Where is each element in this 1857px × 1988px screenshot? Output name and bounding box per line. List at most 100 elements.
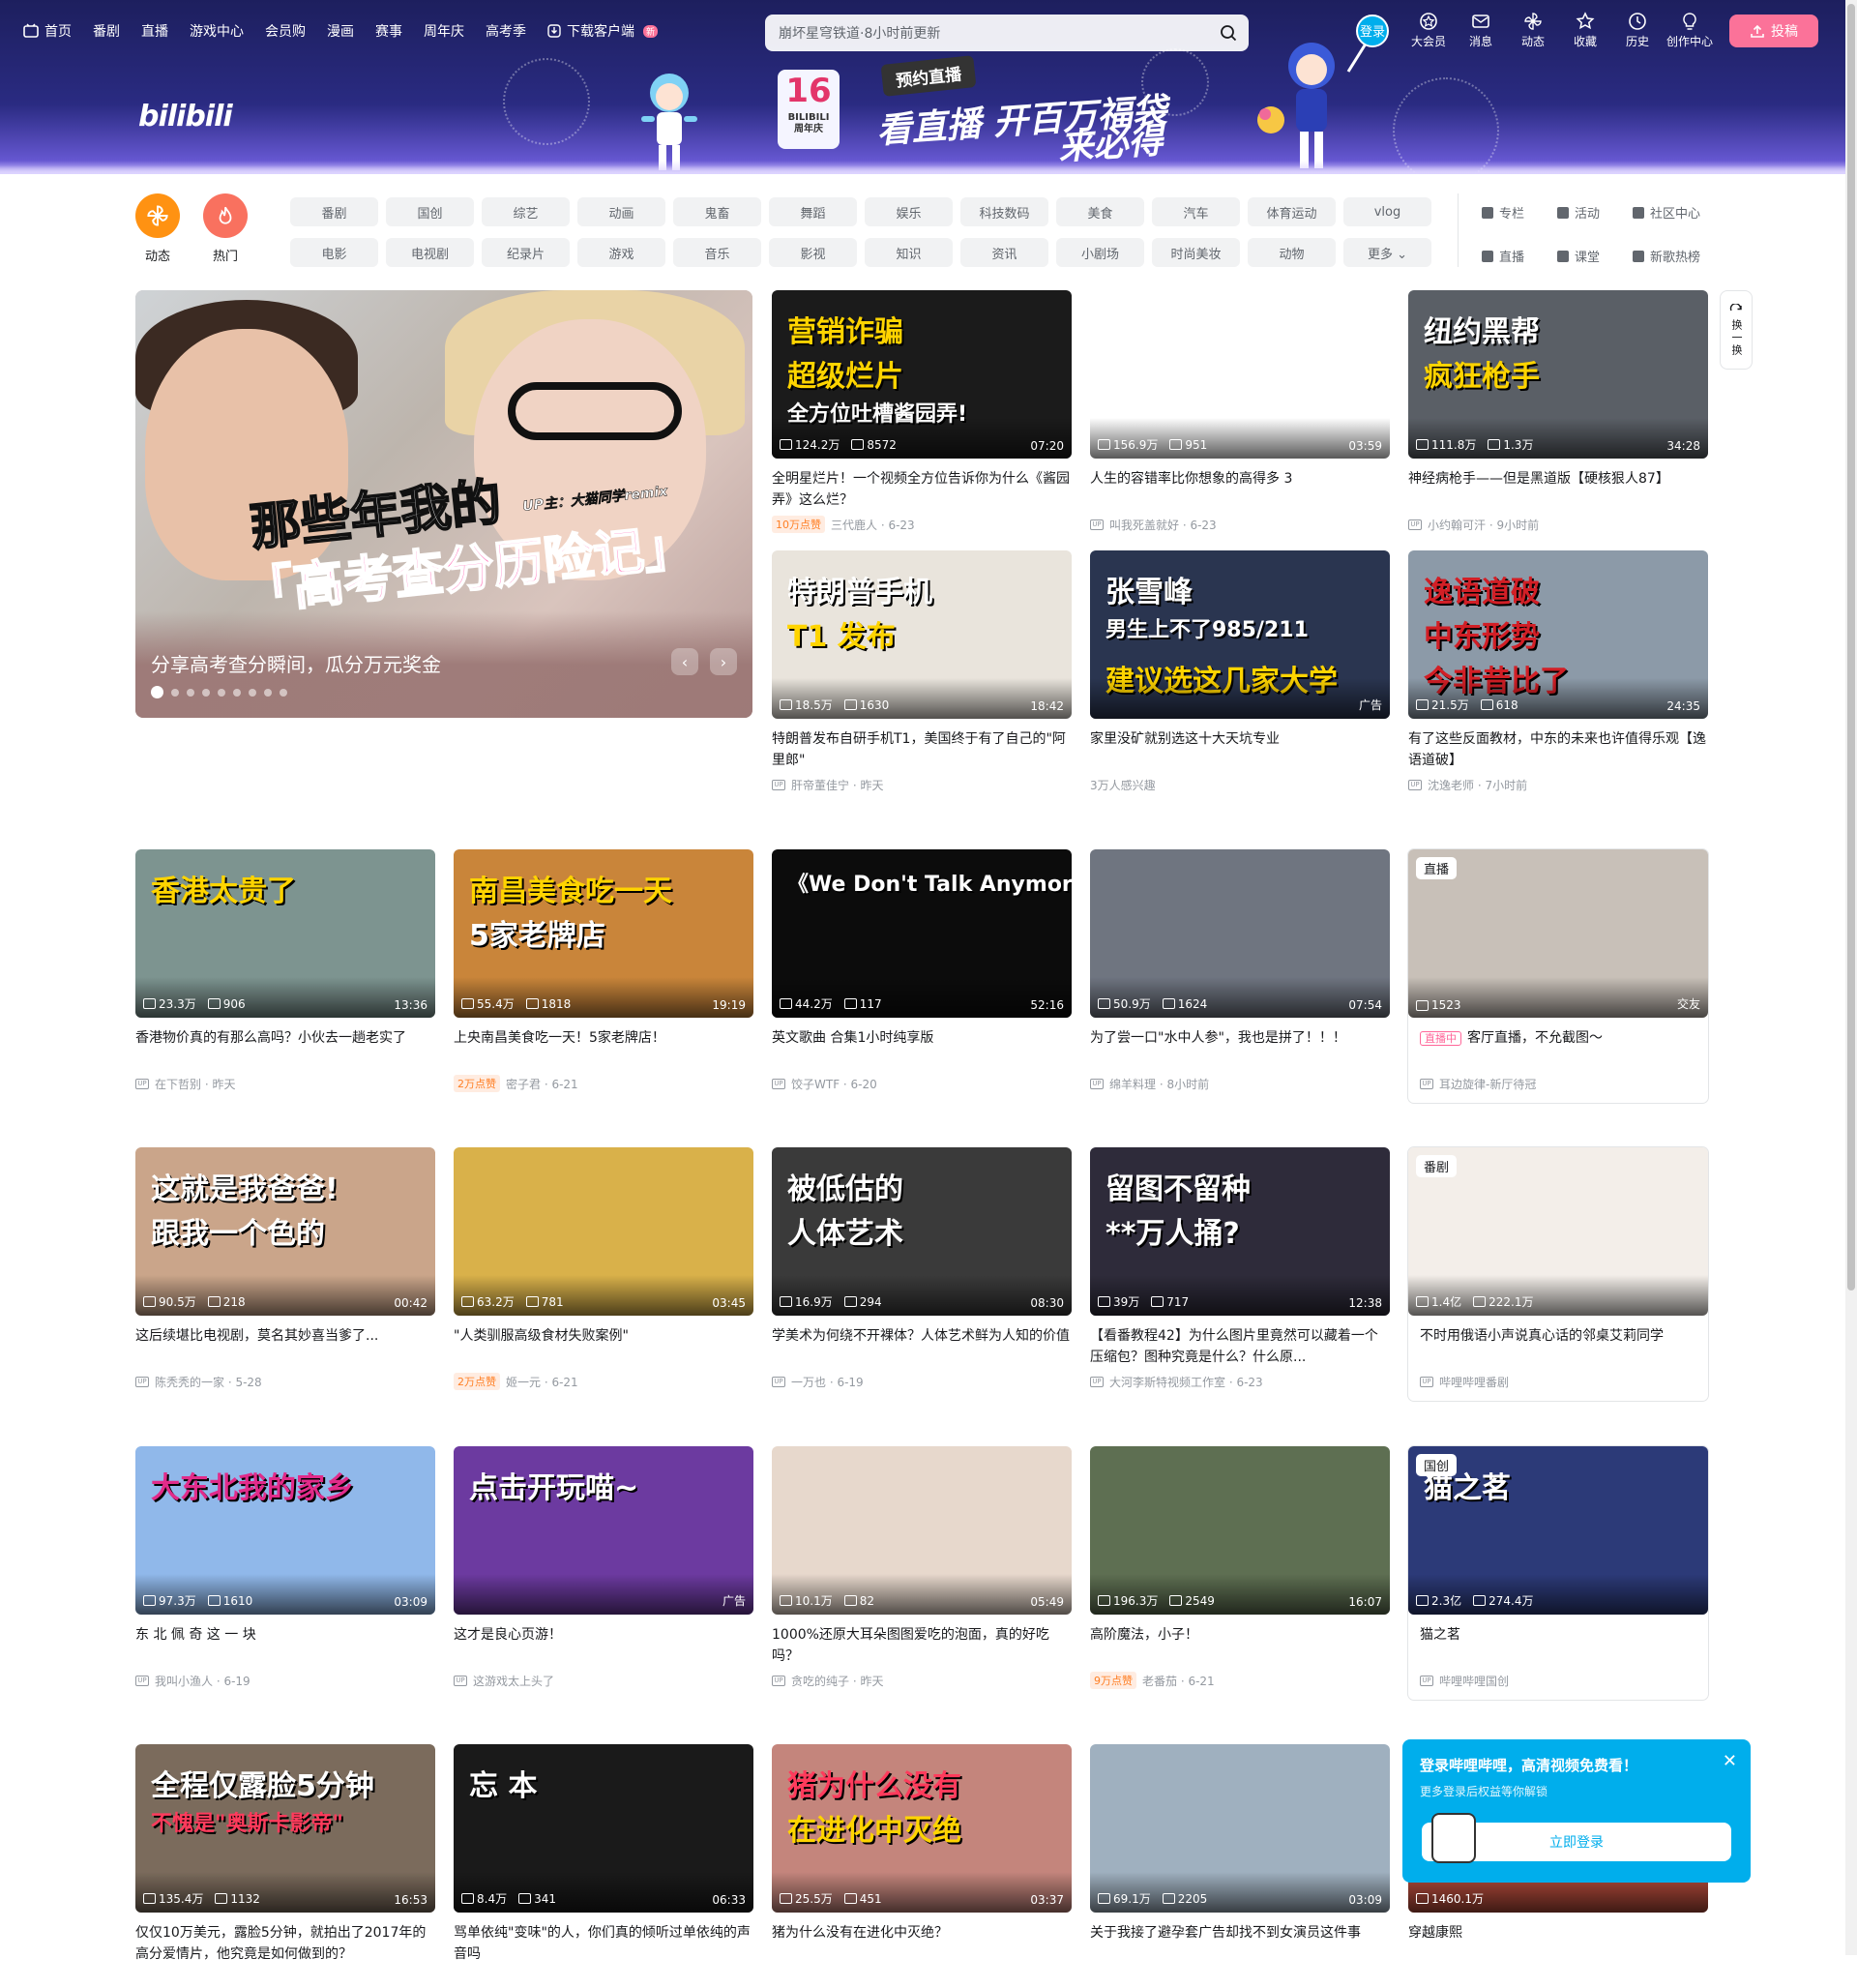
video-thumbnail[interactable]: 猪为什么没有 在进化中灭绝 25.5万 451 03:37 — [772, 1744, 1072, 1913]
nav-dynamic[interactable]: 动态 — [1507, 12, 1559, 49]
video-title[interactable]: 有了这些反面教材，中东的未来也许值得乐观【逸语道破】 — [1408, 728, 1708, 771]
video-card[interactable]: 忘 本 8.4万 341 06:33 骂单依纯"变味"的人，你们真的倾听过单依纯的声音吗 — [454, 1744, 753, 1988]
video-card[interactable]: 留图不留种 **万人捅? 39万 717 12:38 【看番教程42】为什么图片里竟然可以… — [1090, 1147, 1390, 1391]
nav-creator-center[interactable]: 创作中心 — [1664, 12, 1716, 49]
nav-home[interactable]: 首页 — [23, 21, 72, 41]
channel-tag[interactable]: 知识 — [865, 238, 953, 267]
uploader-name[interactable]: 小约翰可汗 · 9小时前 — [1428, 517, 1539, 533]
uploader-name[interactable]: 贪吃的纯子 · 昨天 — [791, 1673, 883, 1689]
channel-tag[interactable]: 电影 — [290, 238, 378, 267]
video-thumbnail[interactable]: 点击开玩喵~ 广告 — [454, 1446, 753, 1615]
video-card[interactable]: 南昌美食吃一天 5家老牌店 55.4万 1818 19:19 上央南昌美食吃一天！5家老牌… — [454, 849, 753, 1093]
video-title[interactable]: 猪为什么没有在进化中灭绝？ — [772, 1922, 1072, 1965]
uploader-name[interactable]: 绵羊料理 · 8小时前 — [1109, 1076, 1209, 1092]
channel-tag[interactable]: 资讯 — [960, 238, 1048, 267]
uploader-name[interactable]: 饺子WTF · 6-20 — [791, 1076, 877, 1092]
channel-tag[interactable]: 更多 ⌄ — [1343, 238, 1431, 267]
nav-message[interactable]: 消息 — [1455, 12, 1507, 49]
video-thumbnail[interactable]: 69.1万 2205 03:09 — [1090, 1744, 1390, 1913]
nav-favorite[interactable]: 收藏 — [1559, 12, 1611, 49]
uploader-name[interactable]: 大河李斯特视频工作室 · 6-23 — [1109, 1374, 1263, 1390]
video-title[interactable]: 1000%还原大耳朵图图爱吃的泡面，真的好吃吗？ — [772, 1624, 1072, 1667]
video-thumbnail[interactable]: 这就是我爸爸! 跟我一个色的 90.5万 218 00:42 — [135, 1147, 435, 1316]
nav-download-client[interactable]: 下载客户端新 — [547, 21, 659, 41]
video-thumbnail[interactable]: 番剧 1.4亿 222.1万 — [1408, 1147, 1708, 1316]
carousel-caption[interactable]: 分享高考查分瞬间，瓜分万元奖金 — [151, 649, 441, 677]
video-card[interactable]: 番剧 1.4亿 222.1万 不时用俄语小声说真心话的邻桌艾莉同学 UP 哔哩哔哩番剧 — [1408, 1147, 1708, 1401]
bilibili-logo[interactable]: bilibili — [138, 100, 233, 134]
video-title[interactable]: 穿越康熙 — [1408, 1922, 1708, 1965]
channel-tag[interactable]: 影视 — [769, 238, 857, 267]
channel-tag[interactable]: 汽车 — [1152, 197, 1240, 226]
carousel-dot[interactable] — [249, 688, 256, 697]
video-thumbnail[interactable]: 50.9万 1624 07:54 — [1090, 849, 1390, 1018]
upload-button[interactable]: 投稿 — [1729, 14, 1818, 47]
video-title[interactable]: 这才是良心页游！ — [454, 1624, 753, 1667]
uploader-name[interactable]: 这游戏太上头了 — [473, 1673, 554, 1689]
side-link-classroom[interactable]: 课堂 — [1557, 247, 1633, 265]
channel-tag[interactable]: 鬼畜 — [673, 197, 761, 226]
nav-vip[interactable]: 大会员 — [1402, 12, 1455, 49]
video-card[interactable]: 全程仅露脸5分钟 不愧是"奥斯卡影帝" 135.4万 1132 16:53 仅仅10万美元… — [135, 1744, 435, 1988]
channel-tag[interactable]: 科技数码 — [960, 197, 1048, 226]
channel-tag[interactable]: 体育运动 — [1248, 197, 1336, 226]
carousel-dot[interactable] — [218, 688, 225, 697]
nav-manga[interactable]: 漫画 — [327, 21, 354, 41]
video-card[interactable]: 《We Don't Talk Anymore》 44.2万 117 52:16 英文歌曲… — [772, 849, 1072, 1093]
video-card[interactable]: 猪为什么没有 在进化中灭绝 25.5万 451 03:37 猪为什么没有在进化中灭绝？ — [772, 1744, 1072, 1988]
nav-live[interactable]: 直播 — [141, 21, 168, 41]
side-link-community[interactable]: 社区中心 — [1633, 203, 1739, 222]
video-thumbnail[interactable]: 特朗普手机 T1 发布 18.5万 1630 18:42 — [772, 550, 1072, 719]
video-card[interactable]: 196.3万 2549 16:07 高阶魔法，小子！ 9万点赞 老番茄 · 6-21 — [1090, 1446, 1390, 1690]
video-card[interactable]: 直播 1523 交友 直播中 客厅直播，不允截图～ UP 耳边旋律-新厅待冠 — [1408, 849, 1708, 1103]
video-thumbnail[interactable]: 香港太贵了 23.3万 906 13:36 — [135, 849, 435, 1018]
video-title[interactable]: 家里没矿就别选这十大天坑专业 — [1090, 728, 1390, 771]
carousel-dot[interactable] — [151, 686, 163, 698]
video-thumbnail[interactable]: 直播 1523 交友 — [1408, 849, 1708, 1018]
side-link-new-songs[interactable]: 新歌热榜 — [1633, 247, 1739, 265]
carousel-prev-button[interactable]: ‹ — [671, 648, 698, 675]
nav-bangumi[interactable]: 番剧 — [93, 21, 120, 41]
video-card[interactable]: 156.9万 951 03:59 人生的容错率比你想象的高得多 3 UP 叫我死盖就好 ·… — [1090, 290, 1390, 534]
carousel-dot[interactable] — [264, 688, 272, 697]
uploader-name[interactable]: 姬一元 · 6-21 — [506, 1374, 578, 1390]
video-card[interactable]: 点击开玩喵~ 广告 这才是良心页游！ UP 这游戏太上头了 — [454, 1446, 753, 1690]
video-title[interactable]: 猫之茗 — [1408, 1624, 1708, 1667]
carousel-dot[interactable] — [233, 688, 241, 697]
channel-tag[interactable]: 电视剧 — [386, 238, 474, 267]
nav-history[interactable]: 历史 — [1611, 12, 1664, 49]
channel-tag[interactable]: 时尚美妆 — [1152, 238, 1240, 267]
uploader-name[interactable]: 一万也 · 6-19 — [791, 1374, 864, 1390]
video-thumbnail[interactable]: 196.3万 2549 16:07 — [1090, 1446, 1390, 1615]
search-input[interactable]: 崩坏星穹铁道·8小时前更新 — [765, 15, 1249, 51]
video-title[interactable]: 神经病枪手——但是黑道版【硬核狠人87】 — [1408, 468, 1708, 511]
video-title[interactable]: 【看番教程42】为什么图片里竟然可以藏着一个压缩包？图种究竟是什么？什么原... — [1090, 1325, 1390, 1368]
side-link-live[interactable]: 直播 — [1482, 247, 1557, 265]
video-thumbnail[interactable]: 63.2万 781 03:45 — [454, 1147, 753, 1316]
uploader-name[interactable]: 沈逸老师 · 7小时前 — [1428, 777, 1527, 793]
video-title[interactable]: 为了尝一口"水中人参"，我也是拼了！！！ — [1090, 1027, 1390, 1070]
channel-tag[interactable]: 综艺 — [482, 197, 570, 226]
video-title[interactable]: 这后续堪比电视剧，莫名其妙喜当爹了... — [135, 1325, 435, 1368]
channel-tag[interactable]: vlog — [1343, 197, 1431, 226]
carousel-dot[interactable] — [280, 688, 287, 697]
video-card[interactable]: 张雪峰男生上不了985/211建议选这几家大学广告家里没矿就别选这十大天坑专业3… — [1090, 550, 1390, 794]
nav-game-center[interactable]: 游戏中心 — [190, 21, 244, 41]
uploader-name[interactable]: 肝帝董佳宁 · 昨天 — [791, 777, 883, 793]
page-scrollbar[interactable] — [1845, 0, 1857, 1955]
video-card[interactable]: 69.1万 2205 03:09 关于我接了避孕套广告却找不到女演员这件事 — [1090, 1744, 1390, 1988]
carousel-next-button[interactable]: › — [710, 648, 737, 675]
uploader-name[interactable]: 叫我死盖就好 · 6-23 — [1109, 517, 1217, 533]
video-card[interactable]: 10.1万 82 05:49 1000%还原大耳朵图图爱吃的泡面，真的好吃吗？ UP 贪吃… — [772, 1446, 1072, 1690]
channel-tag[interactable]: 小剧场 — [1056, 238, 1144, 267]
nav-mall[interactable]: 会员购 — [265, 21, 306, 41]
uploader-name[interactable]: 老番茄 · 6-21 — [1142, 1673, 1215, 1689]
video-thumbnail[interactable]: 营销诈骗 超级烂片 全方位吐槽酱园弄! 124.2万 8572 07:20 — [772, 290, 1072, 459]
video-card[interactable]: 特朗普手机 T1 发布 18.5万 1630 18:42 特朗普发布自研手机T1，美国终于… — [772, 550, 1072, 794]
video-title[interactable]: 东 北 佩 奇 这 一 块 — [135, 1624, 435, 1667]
carousel-dot[interactable] — [202, 688, 210, 697]
channel-tag[interactable]: 动物 — [1248, 238, 1336, 267]
video-thumbnail[interactable]: 《We Don't Talk Anymore》 44.2万 117 52:16 — [772, 849, 1072, 1018]
video-card[interactable]: 逸语道破中东形势今非昔比了21.5万61824:35有了这些反面教材，中东的未来… — [1408, 550, 1708, 794]
carousel-dot[interactable] — [171, 688, 179, 697]
